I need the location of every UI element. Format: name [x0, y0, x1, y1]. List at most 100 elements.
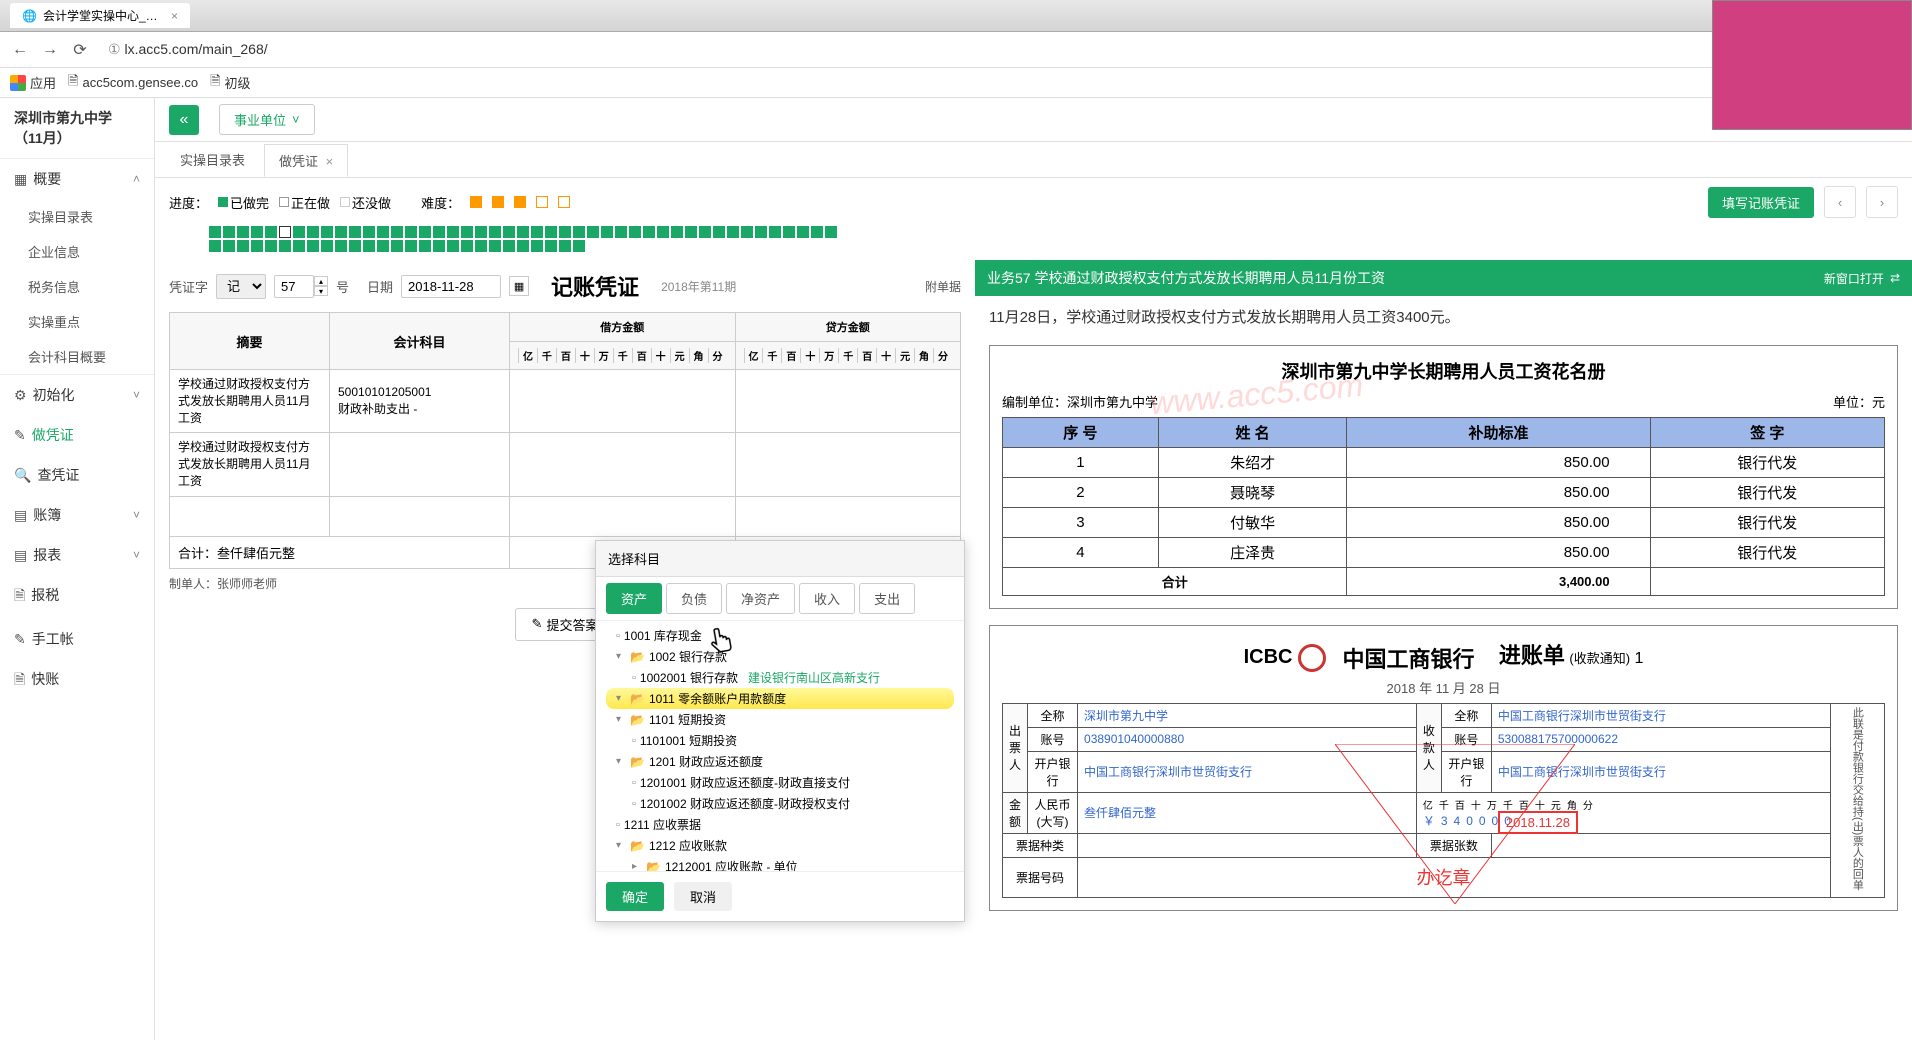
tree-toggle-icon[interactable]: ▾: [616, 756, 626, 767]
progress-cell[interactable]: [433, 240, 445, 252]
tree-node[interactable]: ▫1001 库存现金: [606, 625, 954, 646]
tree-node[interactable]: ▸📂1212001 应收账款 - 单位: [606, 856, 954, 871]
next-button[interactable]: ›: [1866, 186, 1898, 218]
tab-make-voucher[interactable]: 做凭证 ×: [264, 144, 348, 177]
progress-cell[interactable]: [279, 240, 291, 252]
fill-voucher-button[interactable]: 填写记账凭证: [1708, 187, 1814, 218]
progress-cell[interactable]: [657, 226, 669, 238]
progress-cell[interactable]: [713, 226, 725, 238]
progress-cell[interactable]: [363, 226, 375, 238]
progress-cell[interactable]: [223, 240, 235, 252]
account-cell[interactable]: [330, 433, 510, 496]
close-icon[interactable]: ×: [171, 9, 178, 23]
progress-cell[interactable]: [349, 240, 361, 252]
voucher-number-input[interactable]: [274, 275, 314, 298]
progress-cell[interactable]: [811, 226, 823, 238]
tree-node[interactable]: ▫1201001 财政应返还额度-财政直接支付: [606, 772, 954, 793]
progress-cell[interactable]: [237, 226, 249, 238]
progress-cell[interactable]: [587, 226, 599, 238]
sidebar-section-tax-report[interactable]: 🗎报税: [0, 575, 154, 619]
progress-cell[interactable]: [377, 240, 389, 252]
credit-cell[interactable]: [735, 433, 961, 496]
progress-cell[interactable]: [517, 226, 529, 238]
sidebar-item-accounts[interactable]: 会计科目概要: [0, 339, 154, 374]
progress-cell[interactable]: [503, 226, 515, 238]
progress-cell[interactable]: [405, 240, 417, 252]
progress-cell[interactable]: [489, 226, 501, 238]
collapse-sidebar-button[interactable]: «: [169, 105, 199, 135]
progress-cell[interactable]: [321, 240, 333, 252]
open-new-window-button[interactable]: 新窗口打开 ⇄: [1824, 270, 1900, 287]
tree-node[interactable]: ▾📂1002 银行存款: [606, 646, 954, 667]
progress-cell[interactable]: [447, 226, 459, 238]
progress-cell[interactable]: [251, 226, 263, 238]
progress-cell[interactable]: [377, 226, 389, 238]
progress-cell[interactable]: [643, 226, 655, 238]
calendar-icon[interactable]: ▦: [509, 276, 529, 296]
ok-button[interactable]: 确定: [606, 882, 664, 911]
progress-cell[interactable]: [349, 226, 361, 238]
progress-cell[interactable]: [265, 240, 277, 252]
tree-toggle-icon[interactable]: ▾: [616, 714, 626, 725]
progress-cell[interactable]: [363, 240, 375, 252]
progress-cell[interactable]: [531, 240, 543, 252]
progress-cell[interactable]: [503, 240, 515, 252]
progress-cell[interactable]: [335, 226, 347, 238]
progress-cell[interactable]: [629, 226, 641, 238]
sidebar-section-overview[interactable]: ▦概要 ˄: [0, 159, 154, 199]
progress-cell[interactable]: [573, 240, 585, 252]
progress-cell[interactable]: [671, 226, 683, 238]
progress-cell[interactable]: [251, 240, 263, 252]
tree-node[interactable]: ▫1201002 财政应返还额度-财政授权支付: [606, 793, 954, 814]
account-cell[interactable]: 50010101205001 财政补助支出 -: [330, 370, 510, 433]
progress-cell[interactable]: [531, 226, 543, 238]
progress-cell[interactable]: [783, 226, 795, 238]
tree-node[interactable]: ▾📂1011 零余额账户用款额度: [606, 688, 954, 709]
progress-cell[interactable]: [475, 226, 487, 238]
progress-cell[interactable]: [419, 240, 431, 252]
progress-cells[interactable]: [155, 226, 855, 260]
popup-tab[interactable]: 负债: [666, 583, 722, 614]
sidebar-item-focus[interactable]: 实操重点: [0, 304, 154, 339]
progress-cell[interactable]: [615, 226, 627, 238]
sidebar-section-check-voucher[interactable]: 🔍查凭证: [0, 455, 154, 495]
bookmark-item[interactable]: 🗎 初级: [210, 72, 250, 94]
progress-cell[interactable]: [419, 226, 431, 238]
progress-cell[interactable]: [447, 240, 459, 252]
progress-cell[interactable]: [755, 226, 767, 238]
tree-toggle-icon[interactable]: ▾: [616, 693, 626, 704]
progress-cell[interactable]: [545, 240, 557, 252]
progress-cell[interactable]: [727, 226, 739, 238]
apps-button[interactable]: 应用: [10, 73, 56, 92]
cancel-button[interactable]: 取消: [674, 882, 732, 911]
progress-cell[interactable]: [769, 226, 781, 238]
url-bar[interactable]: ① lx.acc5.com/main_268/: [100, 37, 1902, 62]
progress-cell[interactable]: [825, 226, 837, 238]
progress-cell[interactable]: [741, 226, 753, 238]
progress-cell[interactable]: [559, 240, 571, 252]
progress-cell[interactable]: [391, 240, 403, 252]
stepper-down-button[interactable]: ▾: [314, 286, 328, 296]
tree-node[interactable]: ▫1101001 短期投资: [606, 730, 954, 751]
sidebar-item-company[interactable]: 企业信息: [0, 234, 154, 269]
progress-cell[interactable]: [685, 226, 697, 238]
prev-button[interactable]: ‹: [1824, 186, 1856, 218]
popup-tab[interactable]: 收入: [799, 583, 855, 614]
progress-cell[interactable]: [489, 240, 501, 252]
progress-cell[interactable]: [293, 226, 305, 238]
credit-cell[interactable]: [735, 370, 961, 433]
tree-node[interactable]: ▾📂1212 应收账款: [606, 835, 954, 856]
summary-cell[interactable]: 学校通过财政授权支付方式发放长期聘用人员11月工资: [170, 370, 330, 433]
stepper-up-button[interactable]: ▴: [314, 276, 328, 286]
sidebar-section-quick[interactable]: 🗎快账: [0, 659, 154, 703]
progress-cell[interactable]: [517, 240, 529, 252]
close-icon[interactable]: ×: [326, 154, 334, 169]
tree-node[interactable]: ▫1211 应收票据: [606, 814, 954, 835]
progress-cell[interactable]: [265, 226, 277, 238]
popup-tab[interactable]: 净资产: [726, 583, 795, 614]
voucher-char-select[interactable]: 记: [216, 274, 266, 299]
org-selector[interactable]: 事业单位 ˅: [219, 104, 315, 135]
progress-cell[interactable]: [797, 226, 809, 238]
progress-cell[interactable]: [293, 240, 305, 252]
progress-cell[interactable]: [601, 226, 613, 238]
